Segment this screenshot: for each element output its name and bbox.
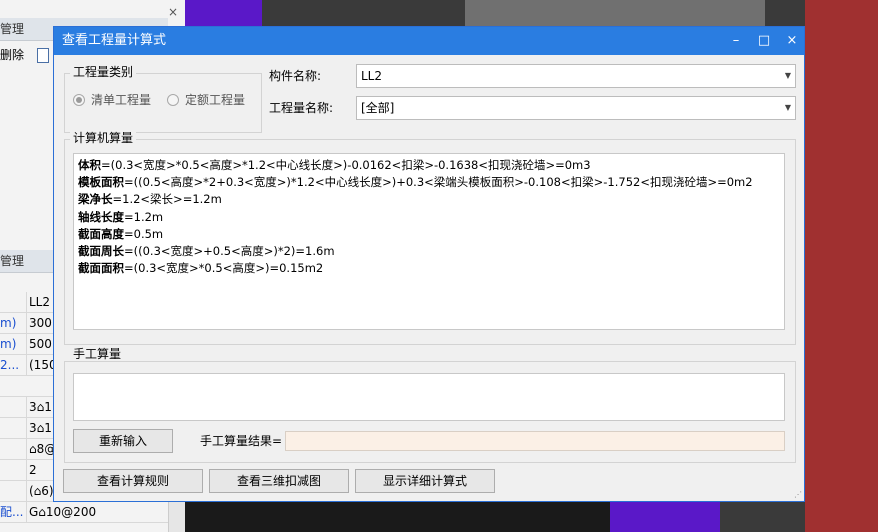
viewport-beam-shape — [185, 0, 262, 26]
formula-name: 体积 — [78, 158, 101, 172]
show-detail-button[interactable]: 显示详细计算式 — [355, 469, 495, 493]
property-key: 2... — [0, 358, 20, 372]
radio-list-quantity[interactable] — [73, 94, 85, 106]
minimize-icon[interactable]: – — [726, 31, 746, 51]
chevron-down-icon: ▼ — [784, 71, 791, 80]
viewport-floor-shape — [185, 502, 610, 532]
formula-name: 截面高度 — [78, 226, 124, 241]
manual-calc-legend: 手工算量 — [70, 347, 125, 361]
formula-expression: =1.2<梁长>=1.2m — [112, 192, 222, 207]
maximize-icon[interactable]: □ — [754, 31, 774, 51]
radio-quota-quantity[interactable] — [167, 94, 179, 106]
radio-quota-quantity-label: 定额工程量 — [185, 93, 246, 107]
property-value: G⌂10@200 — [26, 502, 169, 522]
quantity-name-label: 工程量名称: — [269, 101, 334, 115]
chevron-down-icon: ▼ — [784, 103, 791, 112]
quantity-name-value: [全部] — [361, 101, 395, 115]
document-icon[interactable] — [37, 48, 49, 63]
formula-line: 轴线长度=1.2m — [78, 209, 163, 226]
formula-name: 模板面积 — [78, 175, 124, 190]
component-name-value: LL2 — [361, 69, 383, 83]
formula-expression: =((0.3<宽度>+0.5<高度>)*2)=1.6m — [124, 244, 335, 258]
close-icon[interactable]: × — [782, 31, 802, 51]
formula-expression: =1.2m — [124, 209, 164, 224]
formula-line: 截面面积=(0.3<宽度>*0.5<高度>)=0.15m2 — [78, 260, 323, 277]
dialog-title: 查看工程量计算式 — [62, 33, 167, 48]
formula-name: 截面面积 — [78, 261, 124, 276]
formula-name: 梁净长 — [78, 192, 113, 207]
property-key: m) — [0, 316, 17, 330]
radio-list-quantity-label: 清单工程量 — [91, 93, 152, 107]
property-key: 配... — [0, 505, 24, 519]
manual-calc-input[interactable] — [73, 373, 785, 421]
reinput-button[interactable]: 重新输入 — [73, 429, 173, 453]
view-rules-button[interactable]: 查看计算规则 — [63, 469, 203, 493]
quantity-name-select[interactable]: [全部] ▼ — [356, 96, 796, 120]
formula-name: 截面周长 — [78, 244, 124, 258]
manual-result-label: 手工算量结果= — [200, 434, 283, 448]
viewport-wall-shape — [805, 0, 878, 532]
resize-grip-icon[interactable]: ⋰ — [794, 490, 802, 499]
manual-result-field — [285, 431, 785, 451]
component-name-select[interactable]: LL2 ▼ — [356, 64, 796, 88]
formula-line: 模板面积=((0.5<高度>*2+0.3<宽度>)*1.2<中心线长度>)+0.… — [78, 174, 753, 191]
formula-line: 截面周长=((0.3<宽度>+0.5<高度>)*2)=1.6m — [78, 243, 335, 260]
formula-line: 梁净长=1.2<梁长>=1.2m — [78, 191, 222, 208]
dialog-titlebar[interactable]: 查看工程量计算式 – □ × — [54, 27, 804, 55]
viewport-column-shape — [610, 502, 720, 532]
computer-calc-formula-box[interactable]: 体积=(0.3<宽度>*0.5<高度>*1.2<中心线长度>)-0.0162<扣… — [73, 153, 785, 330]
component-name-label: 构件名称: — [269, 69, 322, 83]
property-key: m) — [0, 337, 17, 351]
quantity-type-legend: 工程量类别 — [70, 65, 137, 79]
computer-calc-legend: 计算机算量 — [70, 131, 137, 145]
panel-close-icon[interactable]: × — [166, 5, 180, 19]
formula-expression: =(0.3<宽度>*0.5<高度>*1.2<中心线长度>)-0.0162<扣梁>… — [101, 158, 591, 172]
property-row[interactable]: 配... G⌂10@200 — [0, 502, 168, 523]
formula-expression: =0.5m — [124, 226, 164, 241]
formula-name: 轴线长度 — [78, 209, 124, 224]
quantity-formula-dialog: 查看工程量计算式 – □ × 工程量类别 清单工程量 定额工程量 构件名称: L… — [53, 26, 805, 502]
formula-expression: =(0.3<宽度>*0.5<高度>)=0.15m2 — [124, 261, 324, 276]
formula-line: 截面高度=0.5m — [78, 226, 163, 243]
formula-line: 体积=(0.3<宽度>*0.5<高度>*1.2<中心线长度>)-0.0162<扣… — [78, 157, 591, 174]
view-3d-button[interactable]: 查看三维扣减图 — [209, 469, 349, 493]
formula-expression: =((0.5<高度>*2+0.3<宽度>)*1.2<中心线长度>)+0.3<梁端… — [124, 175, 753, 190]
viewport-block-shape — [465, 0, 765, 26]
